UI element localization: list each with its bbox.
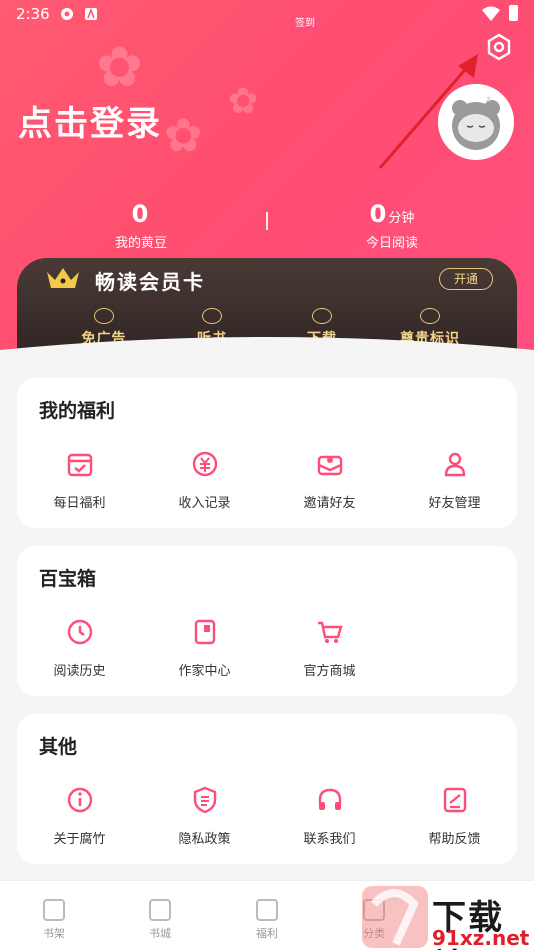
income-record-item[interactable]: 收入记录 bbox=[142, 448, 267, 511]
book-icon bbox=[194, 619, 215, 645]
clock-icon bbox=[67, 619, 92, 645]
checkin-badge[interactable]: 签到 bbox=[289, 16, 321, 32]
item-label: 阅读历史 bbox=[53, 664, 106, 679]
user-icon bbox=[444, 452, 465, 477]
flower-decoration: ✿ bbox=[228, 81, 259, 122]
vip-badge-icon bbox=[420, 308, 440, 324]
envelope-icon bbox=[317, 455, 342, 476]
toolbox-section: 百宝箱 阅读历史 作家中心 官方商城 bbox=[17, 546, 517, 696]
stat-label: 今日阅读 bbox=[365, 236, 418, 251]
status-bar: 2:36 bbox=[0, 0, 534, 30]
login-button[interactable]: 点击登录 bbox=[18, 96, 162, 145]
item-label: 收入记录 bbox=[178, 496, 231, 511]
headset-icon bbox=[318, 788, 341, 810]
tab-label: 书架 bbox=[43, 927, 65, 940]
privacy-policy-item[interactable]: 隐私政策 bbox=[142, 784, 267, 847]
flower-decoration: ✿ bbox=[164, 108, 203, 162]
info-icon bbox=[67, 787, 92, 813]
flower-decoration: ✿ bbox=[96, 35, 143, 100]
item-label: 每日福利 bbox=[53, 496, 106, 511]
item-label: 作家中心 bbox=[178, 664, 231, 679]
invite-friends-item[interactable]: 邀请好友 bbox=[267, 448, 392, 511]
stat-beans[interactable]: 0 我的黄豆 bbox=[41, 200, 241, 251]
tab-bookshelf[interactable]: 书架 bbox=[24, 899, 84, 941]
calendar-check-icon bbox=[67, 453, 92, 477]
app-notification-icon bbox=[61, 8, 73, 20]
crown-icon bbox=[47, 268, 79, 288]
item-label: 好友管理 bbox=[428, 496, 481, 511]
vip-open-button[interactable]: 开通 bbox=[439, 268, 493, 290]
profile-header: ✿ ✿ ✿ 2:36 点击登录 z 0 我的黄豆 0 分钟 今日阅读 畅读会员卡… bbox=[0, 0, 534, 370]
tab-label: 福利 bbox=[256, 927, 278, 940]
section-title: 百宝箱 bbox=[39, 568, 97, 590]
app-notification-icon bbox=[85, 7, 97, 20]
item-label: 邀请好友 bbox=[303, 496, 356, 511]
annotation-arrow bbox=[378, 54, 478, 169]
stat-value: 0 bbox=[369, 200, 387, 228]
section-title: 我的福利 bbox=[39, 400, 116, 422]
status-time: 2:36 bbox=[16, 5, 50, 23]
reading-history-item[interactable]: 阅读历史 bbox=[17, 616, 142, 679]
tab-bookstore[interactable]: 书城 bbox=[130, 899, 190, 941]
item-label: 隐私政策 bbox=[178, 832, 231, 847]
stat-label: 我的黄豆 bbox=[114, 236, 167, 251]
wifi-icon bbox=[482, 6, 500, 21]
about-item[interactable]: 关于腐竹 bbox=[17, 784, 142, 847]
yen-coin-icon bbox=[192, 451, 217, 477]
shopping-cart-icon bbox=[317, 621, 343, 643]
daily-welfare-item[interactable]: 每日福利 bbox=[17, 448, 142, 511]
official-store-item[interactable]: 官方商城 bbox=[267, 616, 392, 679]
stat-divider bbox=[266, 212, 268, 230]
edit-document-icon bbox=[443, 787, 466, 813]
watermark-url: 91xz.net bbox=[432, 926, 530, 950]
headphones-icon bbox=[202, 308, 222, 324]
item-label: 帮助反馈 bbox=[428, 832, 481, 847]
shield-icon bbox=[193, 786, 216, 814]
other-section: 其他 关于腐竹 隐私政策 联系我们 帮助反馈 bbox=[17, 714, 517, 864]
stat-reading-time[interactable]: 0 分钟 今日阅读 bbox=[292, 200, 492, 251]
book-icon bbox=[149, 899, 171, 921]
item-label: 联系我们 bbox=[303, 832, 356, 847]
vip-title: 畅读会员卡 bbox=[95, 270, 205, 294]
calendar-icon bbox=[256, 899, 278, 921]
welfare-section: 我的福利 每日福利 收入记录 邀请好友 好友管理 bbox=[17, 378, 517, 528]
item-label: 关于腐竹 bbox=[53, 832, 106, 847]
help-feedback-item[interactable]: 帮助反馈 bbox=[392, 784, 517, 847]
stat-unit: 分钟 bbox=[388, 211, 415, 226]
download-icon bbox=[312, 308, 332, 324]
stat-value: 0 bbox=[131, 200, 149, 228]
section-title: 其他 bbox=[39, 736, 78, 758]
author-center-item[interactable]: 作家中心 bbox=[142, 616, 267, 679]
tab-label: 书城 bbox=[149, 927, 171, 940]
no-ads-icon bbox=[94, 308, 114, 324]
bookshelf-icon bbox=[43, 899, 65, 921]
item-label: 官方商城 bbox=[303, 664, 356, 679]
battery-icon bbox=[509, 5, 518, 21]
friend-management-item[interactable]: 好友管理 bbox=[392, 448, 517, 511]
contact-us-item[interactable]: 联系我们 bbox=[267, 784, 392, 847]
tab-welfare[interactable]: 福利 bbox=[237, 899, 297, 941]
